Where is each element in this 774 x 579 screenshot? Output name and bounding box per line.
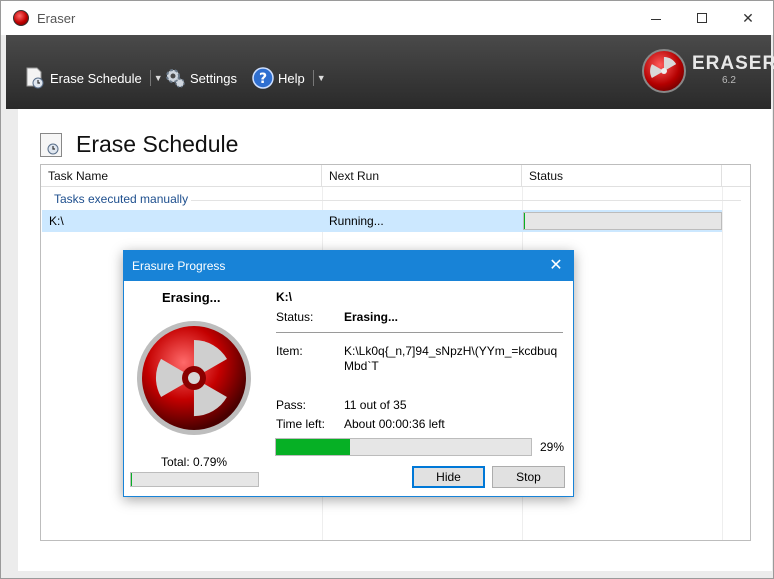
group-label: Tasks executed manually bbox=[54, 192, 189, 206]
column-header-status[interactable]: Status bbox=[522, 165, 722, 187]
minimize-button[interactable] bbox=[633, 5, 679, 31]
maximize-button[interactable] bbox=[679, 5, 725, 31]
task-next-run-cell: Running... bbox=[329, 214, 384, 228]
task-list-header: Task Name Next Run Status bbox=[41, 165, 750, 187]
item-value: K:\Lk0q{_n,7]94_sNpzH\(YYm_=kcdbuqMbd`T bbox=[344, 344, 558, 373]
pass-label: Pass: bbox=[276, 398, 307, 412]
total-progress-bar bbox=[130, 472, 259, 487]
help-dropdown-icon[interactable]: ▼ bbox=[312, 70, 326, 86]
status-value: Erasing... bbox=[344, 310, 399, 324]
total-progress-fill bbox=[131, 473, 132, 486]
pass-value: 11 out of 35 bbox=[344, 398, 407, 412]
radiation-logo-icon bbox=[134, 318, 254, 438]
total-progress-label: Total: 0.79% bbox=[161, 455, 228, 469]
time-left-label: Time left: bbox=[276, 417, 325, 431]
column-header-next-run[interactable]: Next Run bbox=[322, 165, 522, 187]
task-status-progress-bar bbox=[523, 212, 722, 230]
dialog-separator bbox=[276, 332, 563, 333]
item-label: Item: bbox=[276, 344, 303, 358]
help-label: Help bbox=[278, 70, 305, 86]
help-button[interactable]: ? Help ▼ bbox=[252, 65, 326, 91]
gear-icon bbox=[164, 67, 186, 89]
dialog-title: Erasure Progress bbox=[132, 259, 226, 273]
page-title: Erase Schedule bbox=[76, 131, 239, 157]
status-label: Status: bbox=[276, 310, 314, 324]
hide-button[interactable]: Hide bbox=[412, 466, 485, 488]
task-progress-percent: 29% bbox=[540, 440, 565, 454]
radiation-logo-icon bbox=[642, 49, 686, 93]
brand-logo-area: ERASER 6.2 bbox=[642, 49, 774, 97]
close-button[interactable]: ✕ bbox=[725, 5, 771, 31]
maximize-icon bbox=[697, 13, 707, 23]
stop-button[interactable]: Stop bbox=[492, 466, 565, 488]
column-divider bbox=[722, 187, 723, 540]
table-row[interactable]: K:\ Running... bbox=[42, 210, 722, 232]
dialog-close-button[interactable]: ✕ bbox=[544, 255, 568, 277]
task-progress-fill bbox=[276, 439, 350, 455]
eraser-app-icon bbox=[13, 10, 29, 26]
erasure-progress-dialog: Erasure Progress ✕ Erasing... Total: 0.7… bbox=[123, 250, 574, 497]
eraser-window: Eraser ✕ Erase Schedule ▼ Settings ? Hel… bbox=[0, 0, 774, 579]
help-icon: ? bbox=[252, 67, 274, 89]
brand-name: ERASER bbox=[692, 53, 774, 74]
settings-button[interactable]: Settings bbox=[164, 65, 237, 91]
erasing-heading: Erasing... bbox=[162, 290, 221, 305]
task-progress-bar bbox=[275, 438, 532, 456]
dialog-title-bar: Erasure Progress ✕ bbox=[124, 251, 573, 281]
erase-schedule-label: Erase Schedule bbox=[50, 70, 142, 86]
title-bar: Eraser ✕ bbox=[1, 1, 773, 35]
task-name-cell: K:\ bbox=[49, 214, 64, 228]
close-icon: ✕ bbox=[742, 9, 754, 26]
close-icon: ✕ bbox=[549, 257, 563, 274]
schedule-page-icon bbox=[40, 133, 62, 157]
erase-target: K:\ bbox=[276, 290, 292, 304]
schedule-icon bbox=[24, 67, 46, 89]
settings-label: Settings bbox=[190, 70, 237, 86]
window-title: Eraser bbox=[37, 11, 76, 26]
task-status-progress-fill bbox=[524, 213, 525, 229]
column-header-task-name[interactable]: Task Name bbox=[41, 165, 322, 187]
minimize-icon bbox=[651, 18, 661, 20]
svg-text:?: ? bbox=[259, 71, 267, 87]
dialog-body: Erasing... Total: 0.79% K:\ Status: Eras… bbox=[124, 281, 573, 496]
brand-version: 6.2 bbox=[722, 75, 736, 86]
erase-schedule-button[interactable]: Erase Schedule ▼ bbox=[24, 65, 163, 91]
erase-schedule-dropdown-icon[interactable]: ▼ bbox=[149, 70, 163, 86]
toolbar: Erase Schedule ▼ Settings ? Help ▼ ERASE… bbox=[6, 35, 774, 109]
time-left-value: About 00:00:36 left bbox=[344, 417, 445, 431]
group-divider bbox=[191, 200, 741, 201]
